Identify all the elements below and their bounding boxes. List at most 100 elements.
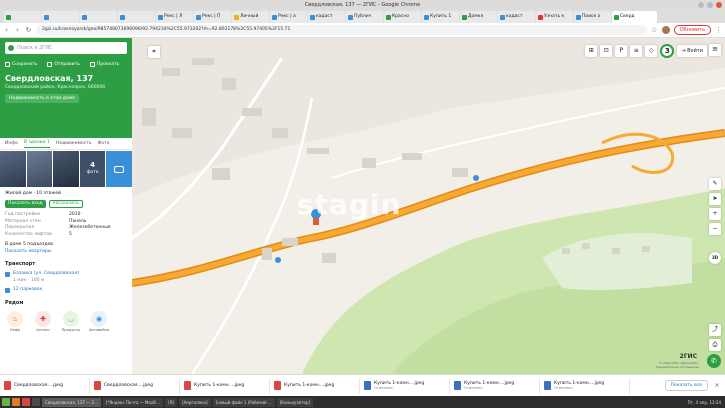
close-window-button[interactable] (716, 2, 722, 8)
edit-icon[interactable]: ✎ (709, 178, 721, 190)
transit-layer-icon[interactable]: ⊞ (585, 45, 598, 57)
zoom-in-button[interactable]: + (709, 208, 721, 220)
taskbar-window[interactable]: Свердловская, 137 — 2... (42, 397, 101, 407)
add-photo-button[interactable] (106, 151, 132, 187)
realty-in-building-button[interactable]: Недвижимость в этом доме (5, 94, 79, 103)
minimize-button[interactable] (698, 2, 704, 8)
bookmark-star-icon[interactable]: ☆ (651, 26, 658, 34)
print-icon[interactable]: ⎙ (709, 339, 721, 351)
3d-toggle[interactable]: 3D (709, 252, 721, 264)
photo-strip: 4 фото (0, 151, 132, 187)
browser-tab[interactable]: Публич (346, 11, 383, 23)
nearby-grocery[interactable]: ◡ Продукты (61, 311, 81, 333)
terminal-icon[interactable] (32, 398, 40, 406)
save-button[interactable]: Сохранить (5, 62, 37, 67)
taskbar-window[interactable]: [*Яндекс Почта — Mozill... (102, 397, 164, 407)
files-icon[interactable] (12, 398, 20, 406)
show-apartments-link[interactable]: Показать квартиры (5, 249, 127, 256)
download-item[interactable]: Купить 1-комн....jpeg Отменено (544, 377, 630, 394)
search-input[interactable]: Поиск в 2ГИС (5, 42, 127, 54)
file-icon (364, 381, 371, 390)
bus-stop-marker[interactable] (473, 175, 479, 181)
download-item[interactable]: Свердловская....jpeg (94, 377, 180, 394)
maximize-button[interactable] (707, 2, 713, 8)
login-button[interactable]: ⇥ Войти (677, 45, 707, 57)
tab-in-building[interactable]: В здании 1 (23, 140, 50, 148)
route-button[interactable]: Проехать (89, 62, 119, 67)
parking-link[interactable]: 12 парковок (13, 287, 42, 294)
ruler-tool-button[interactable]: ⌗ (148, 46, 160, 58)
nearby-cafe[interactable]: ♨ Кафе (5, 311, 25, 333)
share-map-icon[interactable]: ⤴ (709, 324, 721, 336)
browser-tab[interactable]: Рекс | а (270, 11, 307, 23)
browser-menu-icon[interactable]: ⋮ (715, 26, 722, 34)
parking-row[interactable]: 12 парковок (5, 287, 127, 294)
nearby-carwash[interactable]: ◉ Автомойки (89, 311, 109, 333)
browser-tab[interactable]: Рекс | Л (156, 11, 193, 23)
building-photo[interactable] (53, 151, 79, 187)
download-item[interactable]: Купить 1-комн....jpeg Отменено (364, 377, 450, 394)
building-photo[interactable] (26, 151, 53, 187)
building-photo[interactable] (0, 151, 26, 187)
chat-bubble-icon[interactable]: ✆ (707, 354, 721, 368)
browser-tab[interactable]: Красно (384, 11, 421, 23)
browser-tab[interactable] (4, 11, 41, 23)
browser-tab[interactable]: Купить 1 (422, 11, 459, 23)
taskbar-window[interactable]: [Апргалека] (179, 397, 211, 407)
browser-tab[interactable] (80, 11, 117, 23)
download-item[interactable]: Свердловская....jpeg (4, 377, 90, 394)
update-button[interactable]: Обновить (673, 25, 711, 35)
browser-tab[interactable]: Личный (232, 11, 269, 23)
transit-stop[interactable]: Базаиха (ул. Свердловская) 1 мин · 100 м (5, 271, 127, 284)
browser-tab[interactable]: Сверд (612, 11, 657, 23)
bus-stop-icon (5, 272, 10, 278)
browser-tab[interactable]: кадаст (498, 11, 535, 23)
browser-tab[interactable]: Узнать к (536, 11, 573, 23)
reload-icon[interactable]: ↻ (25, 26, 32, 34)
forward-icon[interactable]: › (14, 26, 21, 34)
tab-favicon-icon (234, 14, 239, 20)
route-icon (89, 62, 95, 67)
tab-photos[interactable]: Фото (98, 141, 110, 146)
browser-tab[interactable]: кадаст (308, 11, 345, 23)
suggest-button[interactable]: Рассказать (48, 199, 83, 209)
map-menu-icon[interactable]: ≡ (709, 44, 721, 56)
browser-tab[interactable] (118, 11, 155, 23)
layers-icon[interactable]: ◇ (645, 45, 658, 57)
parking-layer-icon[interactable]: P (615, 45, 628, 57)
close-downloads-icon[interactable]: × (712, 382, 722, 389)
show-entrance-button[interactable]: Показать вход (5, 199, 46, 209)
url-input[interactable]: 2gis.ru/krasnoyarsk/geo/985748073696096/… (36, 25, 647, 35)
system-clock: Пт, 4 апр, 13:24 (687, 399, 721, 405)
save-label: Сохранить (12, 62, 38, 67)
tab-info[interactable]: Инфо (5, 141, 18, 146)
browser-tab[interactable] (42, 11, 79, 23)
poi-marker[interactable] (275, 257, 281, 263)
tab-realty[interactable]: Недвижимость (56, 141, 92, 146)
taskbar-window[interactable]: [новый файл 1 (Рабочий ... (212, 397, 275, 407)
browser-icon[interactable] (22, 398, 30, 406)
locate-me-icon[interactable]: ➤ (709, 193, 721, 205)
share-button[interactable]: Отправить (47, 62, 80, 67)
browser-tab[interactable]: Домкл (460, 11, 497, 23)
photo-count-tile[interactable]: 4 фото (79, 151, 106, 187)
download-item[interactable]: Купить 1-комн....jpeg (184, 377, 270, 394)
zoom-out-button[interactable]: − (709, 223, 721, 235)
download-item[interactable]: Купить 1-комн....jpeg Отменено (454, 377, 540, 394)
traffic-score[interactable]: 3 (660, 44, 675, 58)
nearby-pharmacy[interactable]: ✚ Аптеки (33, 311, 53, 333)
browser-tab[interactable]: Рекс | П (194, 11, 231, 23)
browser-tab[interactable]: Поиск о (574, 11, 611, 23)
taskbar-window[interactable]: [Я] (165, 397, 178, 407)
download-item[interactable]: Купить 1-комн....jpeg (274, 377, 360, 394)
profile-avatar[interactable] (661, 26, 670, 34)
taskbar-window[interactable]: [Калькулятор] (276, 397, 314, 407)
show-all-downloads-button[interactable]: Показать все (664, 380, 708, 391)
start-menu-icon[interactable] (2, 398, 10, 406)
back-icon[interactable]: ‹ (3, 26, 10, 34)
map-canvas[interactable]: stagin ⌗ ⊞ ⊡ P ≡ ◇ 3 ⇥ Войти ≡ ✎ ➤ + − 3… (132, 38, 725, 374)
traffic-layer-icon[interactable]: ≡ (630, 45, 643, 57)
car-layer-icon[interactable]: ⊡ (600, 45, 613, 57)
stop-name[interactable]: Базаиха (ул. Свердловская) (13, 271, 79, 278)
tab-favicon-icon (500, 14, 505, 20)
